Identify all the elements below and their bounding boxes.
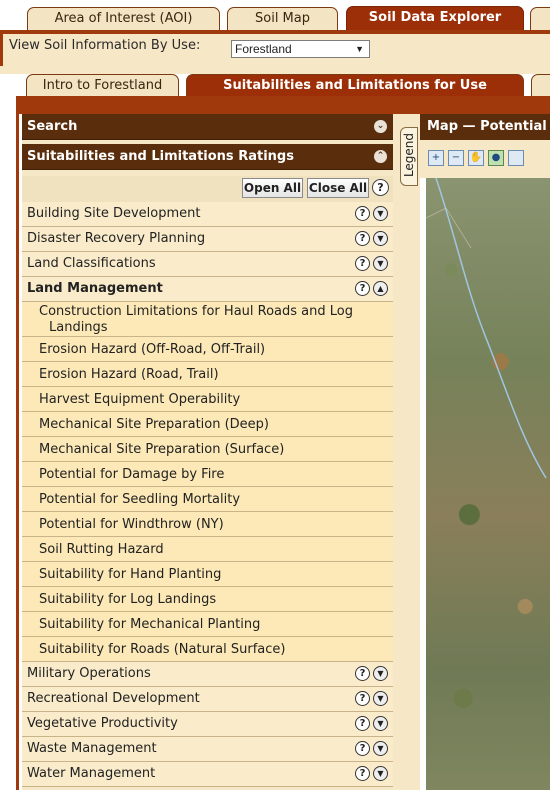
rating-item-label-cont: Landings bbox=[49, 320, 108, 335]
panel-divider bbox=[393, 114, 420, 790]
map-header: Map — Potential bbox=[420, 114, 550, 140]
ratings-panel: Search ⌄ Suitabilities and Limitations R… bbox=[22, 114, 393, 790]
tab-soil-data-explorer[interactable]: Soil Data Explorer bbox=[346, 6, 524, 30]
view-by-use-value: Forestland bbox=[235, 42, 292, 56]
rating-item[interactable]: Erosion Hazard (Off-Road, Off-Trail) bbox=[22, 337, 393, 362]
help-icon[interactable]: ? bbox=[355, 741, 370, 756]
chevron-down-icon[interactable]: ▼ bbox=[373, 766, 388, 781]
chevron-down-icon[interactable]: ▼ bbox=[373, 231, 388, 246]
help-icon[interactable]: ? bbox=[355, 256, 370, 271]
sub-tab-bar: Intro to Forestland Suitabilities and Li… bbox=[16, 74, 550, 96]
aerial-imagery bbox=[426, 178, 547, 479]
chevron-up-icon[interactable]: ▲ bbox=[373, 281, 388, 296]
tab-intro-to-forestland[interactable]: Intro to Forestland bbox=[26, 74, 179, 96]
category-land-classifications[interactable]: Land Classifications ? ▼ bbox=[22, 252, 393, 277]
category-label: Land Classifications bbox=[27, 256, 156, 271]
map-canvas[interactable] bbox=[426, 178, 550, 790]
chevron-down-icon[interactable]: ▼ bbox=[373, 206, 388, 221]
ratings-header[interactable]: Suitabilities and Limitations Ratings ⌃ bbox=[22, 144, 393, 170]
rating-item[interactable]: Mechanical Site Preparation (Deep) bbox=[22, 412, 393, 437]
rating-item[interactable]: Harvest Equipment Operability bbox=[22, 387, 393, 412]
help-icon[interactable]: ? bbox=[355, 691, 370, 706]
zoom-out-icon[interactable]: − bbox=[448, 150, 464, 166]
rating-item-label: Construction Limitations for Haul Roads … bbox=[39, 304, 353, 319]
search-header-label: Search bbox=[27, 119, 78, 134]
expand-controls: Open All Close All ? bbox=[22, 176, 393, 202]
rating-item[interactable]: Potential for Seedling Mortality bbox=[22, 487, 393, 512]
help-icon[interactable]: ? bbox=[355, 231, 370, 246]
spacer-band bbox=[0, 66, 550, 74]
rating-item[interactable]: Suitability for Hand Planting bbox=[22, 562, 393, 587]
ratings-list: Building Site Development ? ▼ Disaster Re… bbox=[22, 202, 393, 787]
help-icon[interactable]: ? bbox=[355, 281, 370, 296]
rating-item[interactable]: Suitability for Mechanical Planting bbox=[22, 612, 393, 637]
category-label: Recreational Development bbox=[27, 691, 200, 706]
category-military-operations[interactable]: Military Operations ? ▼ bbox=[22, 662, 393, 687]
frame-border bbox=[16, 114, 19, 790]
category-disaster-recovery[interactable]: Disaster Recovery Planning ? ▼ bbox=[22, 227, 393, 252]
rating-item-haul-roads[interactable]: Construction Limitations for Haul Roads … bbox=[22, 302, 393, 337]
rating-item[interactable]: Suitability for Roads (Natural Surface) bbox=[22, 637, 393, 662]
chevron-up-icon[interactable]: ⌃ bbox=[374, 150, 387, 163]
rating-item[interactable]: Suitability for Log Landings bbox=[22, 587, 393, 612]
category-waste-management[interactable]: Waste Management ? ▼ bbox=[22, 737, 393, 762]
rating-item[interactable]: Soil Rutting Hazard bbox=[22, 537, 393, 562]
map-toolbar: + − ✋ ● bbox=[420, 140, 550, 178]
top-tab-bar: Area of Interest (AOI) Soil Map Soil Dat… bbox=[0, 0, 550, 30]
rating-item[interactable]: Potential for Windthrow (NY) bbox=[22, 512, 393, 537]
tab-suitabilities-limitations[interactable]: Suitabilities and Limitations for Use bbox=[186, 74, 524, 96]
category-label: Waste Management bbox=[27, 741, 157, 756]
view-by-use-select[interactable]: Forestland ▼ bbox=[231, 40, 370, 58]
help-icon[interactable]: ? bbox=[355, 206, 370, 221]
ratings-header-label: Suitabilities and Limitations Ratings bbox=[27, 149, 294, 164]
chevron-down-icon[interactable]: ⌄ bbox=[374, 120, 387, 133]
rating-item[interactable]: Erosion Hazard (Road, Trail) bbox=[22, 362, 393, 387]
category-label: Disaster Recovery Planning bbox=[27, 231, 206, 246]
category-label: Water Management bbox=[27, 766, 156, 781]
view-by-use-bar: View Soil Information By Use: Forestland… bbox=[0, 30, 550, 66]
chevron-down-icon[interactable]: ▼ bbox=[373, 716, 388, 731]
category-label: Building Site Development bbox=[27, 206, 201, 221]
open-all-button[interactable]: Open All bbox=[242, 178, 303, 198]
chevron-down-icon[interactable]: ▼ bbox=[373, 691, 388, 706]
help-icon[interactable]: ? bbox=[355, 666, 370, 681]
chevron-down-icon[interactable]: ▼ bbox=[373, 666, 388, 681]
tab-soil-map[interactable]: Soil Map bbox=[227, 7, 338, 30]
dropdown-arrow-icon: ▼ bbox=[355, 44, 364, 54]
pan-hand-icon[interactable]: ✋ bbox=[468, 150, 484, 166]
category-recreational-development[interactable]: Recreational Development ? ▼ bbox=[22, 687, 393, 712]
search-header[interactable]: Search ⌄ bbox=[22, 114, 393, 140]
zoom-in-icon[interactable]: + bbox=[428, 150, 444, 166]
rating-item[interactable]: Potential for Damage by Fire bbox=[22, 462, 393, 487]
close-all-button[interactable]: Close All bbox=[307, 178, 369, 198]
globe-icon[interactable]: ● bbox=[488, 150, 504, 166]
rating-item[interactable]: Mechanical Site Preparation (Surface) bbox=[22, 437, 393, 462]
tab-next-partial[interactable] bbox=[530, 7, 550, 30]
category-label: Land Management bbox=[27, 281, 163, 296]
category-vegetative-productivity[interactable]: Vegetative Productivity ? ▼ bbox=[22, 712, 393, 737]
category-land-management[interactable]: Land Management ? ▲ bbox=[22, 277, 393, 302]
help-icon[interactable]: ? bbox=[355, 716, 370, 731]
chevron-down-icon[interactable]: ▼ bbox=[373, 256, 388, 271]
category-label: Military Operations bbox=[27, 666, 151, 681]
category-water-management[interactable]: Water Management ? ▼ bbox=[22, 762, 393, 787]
tab-next-sub-partial[interactable] bbox=[531, 74, 550, 96]
category-building-site[interactable]: Building Site Development ? ▼ bbox=[22, 202, 393, 227]
sub-tab-underline bbox=[16, 96, 550, 114]
tab-area-of-interest[interactable]: Area of Interest (AOI) bbox=[27, 7, 220, 30]
tool-partial-icon[interactable] bbox=[508, 150, 524, 166]
legend-tab[interactable]: Legend bbox=[400, 127, 418, 186]
help-icon[interactable]: ? bbox=[372, 179, 389, 196]
legend-label: Legend bbox=[402, 132, 416, 178]
help-icon[interactable]: ? bbox=[355, 766, 370, 781]
category-label: Vegetative Productivity bbox=[27, 716, 178, 731]
chevron-down-icon[interactable]: ▼ bbox=[373, 741, 388, 756]
view-by-use-label: View Soil Information By Use: bbox=[9, 38, 201, 53]
